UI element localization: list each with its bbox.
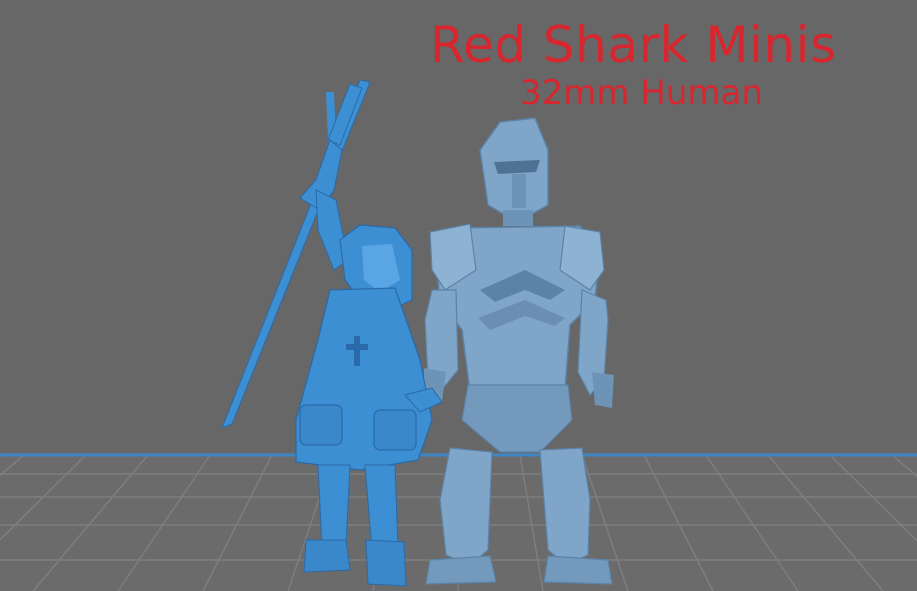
3d-viewport[interactable]: Red Shark Minis 32mm Human [0,0,917,591]
watermark-title: Red Shark Minis [430,16,837,74]
watermark-subtitle: 32mm Human [520,73,763,113]
scene-canvas [0,79,917,591]
